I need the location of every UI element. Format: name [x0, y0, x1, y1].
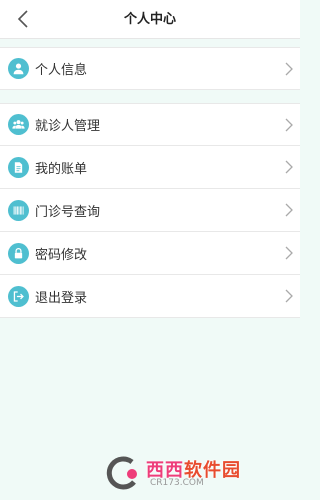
user-icon — [8, 58, 29, 79]
menu-item-label: 我的账单 — [35, 161, 88, 177]
menu-item-label: 就诊人管理 — [35, 119, 101, 134]
menu-item-label: 退出登录 — [35, 290, 88, 306]
watermark-url: CR173.COM — [150, 478, 204, 488]
menu-item-personal-info[interactable]: 个人信息 — [0, 47, 300, 90]
menu-group-profile: 个人信息 — [0, 47, 300, 90]
menu-item-change-password[interactable]: 密码修改 — [0, 232, 300, 275]
chevron-right-icon — [285, 62, 293, 75]
chevron-right-icon — [285, 160, 293, 174]
menu-item-label: 个人信息 — [35, 63, 88, 78]
barcode-icon — [8, 199, 29, 221]
page-title: 个人中心 — [123, 12, 176, 27]
menu-group-services: 就诊人管理 我的账单 门诊号查询 密码修改 退出登录 — [0, 103, 300, 318]
menu-item-outpatient-query[interactable]: 门诊号查询 — [0, 189, 300, 232]
chevron-right-icon — [285, 203, 293, 217]
chevron-right-icon — [285, 289, 293, 303]
menu-item-label: 门诊号查询 — [35, 204, 101, 220]
menu-item-label: 密码修改 — [35, 247, 88, 263]
watermark-logo-icon — [106, 456, 137, 490]
logout-icon — [8, 285, 29, 307]
menu-item-my-bill[interactable]: 我的账单 — [0, 146, 300, 189]
header: 个人中心 — [0, 0, 300, 39]
group-icon — [8, 114, 29, 135]
menu-item-patient-management[interactable]: 就诊人管理 — [0, 103, 300, 146]
menu-item-logout[interactable]: 退出登录 — [0, 275, 300, 318]
chevron-right-icon — [285, 246, 293, 260]
chevron-right-icon — [285, 118, 293, 131]
document-icon — [8, 156, 29, 178]
watermark: 西西软件园 CR173.COM — [102, 454, 282, 494]
lock-icon — [8, 242, 29, 264]
